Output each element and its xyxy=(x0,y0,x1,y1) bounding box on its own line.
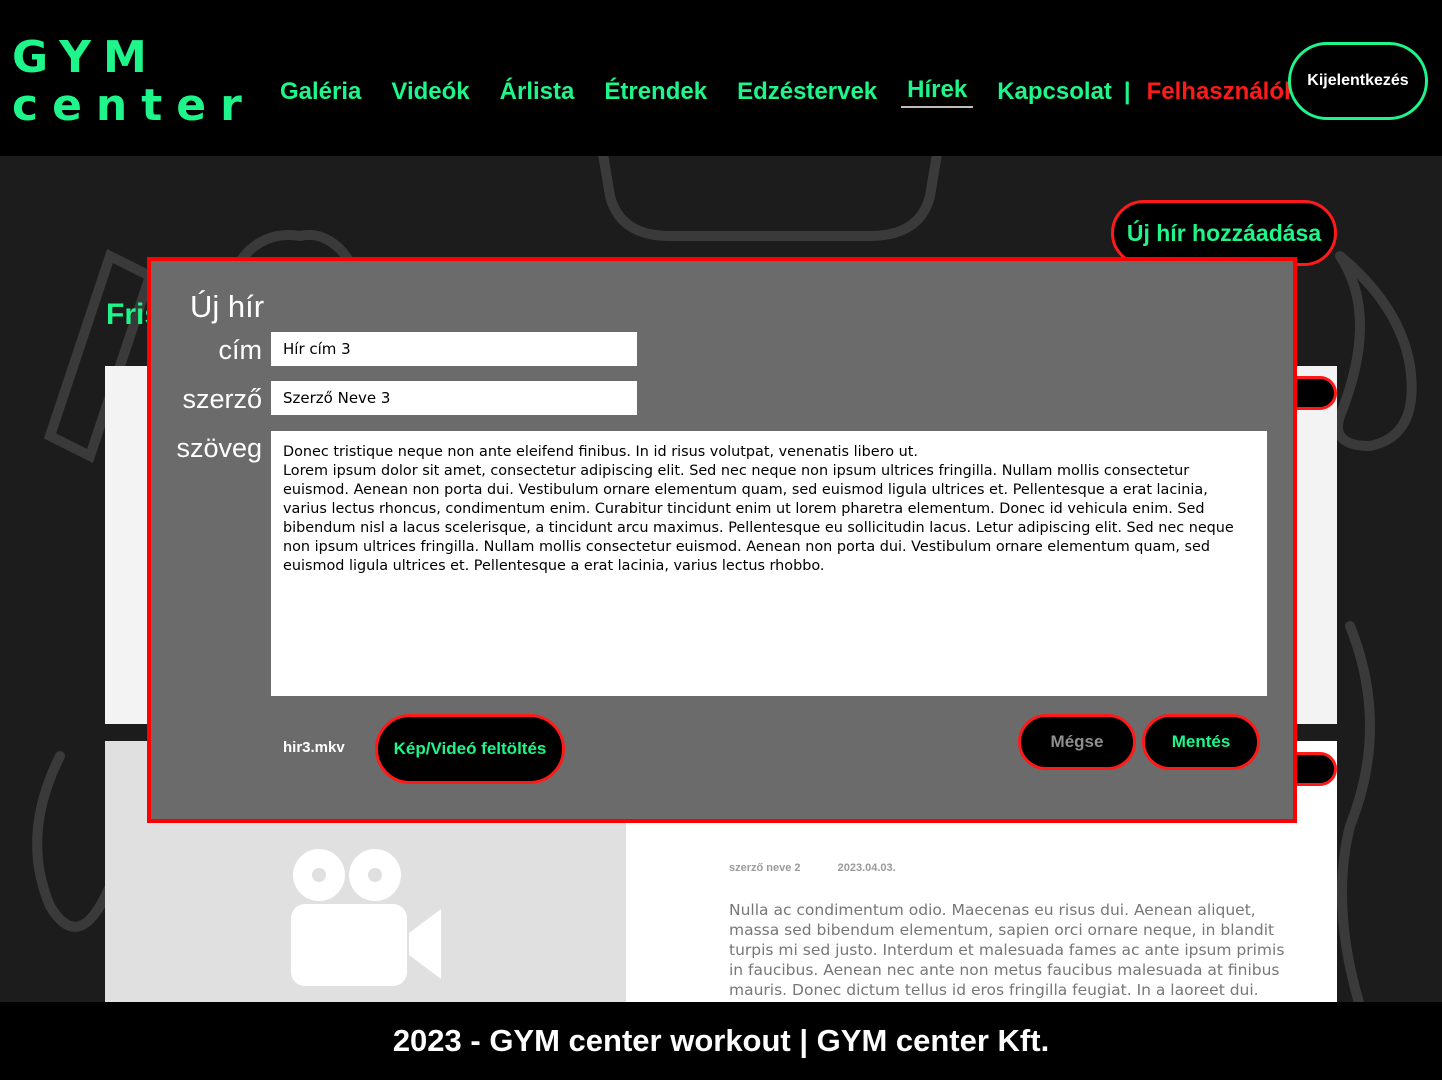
author-input[interactable]: Szerző Neve 3 xyxy=(271,381,637,415)
text-field-label: szöveg xyxy=(176,433,262,463)
site-footer: 2023 - GYM center workout | GYM center K… xyxy=(0,1002,1442,1080)
footer-text: 2023 - GYM center workout | GYM center K… xyxy=(392,1023,1050,1058)
news-card-2-author: szerző neve 2 xyxy=(729,862,801,874)
author-field-label: szerző xyxy=(182,384,262,414)
modal-title: Új hír xyxy=(190,289,265,324)
logout-button[interactable]: Kijelentkezés xyxy=(1288,42,1428,120)
upload-media-button[interactable]: Kép/Videó feltöltés xyxy=(375,714,565,784)
news-card-2-text: Nulla ac condimentum odio. Maecenas eu r… xyxy=(729,901,1285,1002)
text-textarea-content: Donec tristique neque non ante eleifend … xyxy=(283,444,1234,574)
logo-line-2: center xyxy=(12,80,256,132)
nav-item-videok[interactable]: Videók xyxy=(391,78,469,106)
main-nav: Galéria Videók Árlista Étrendek Edzéster… xyxy=(280,76,1297,108)
news-card-2-date: 2023.04.03. xyxy=(837,862,896,874)
nav-item-felhasznalok[interactable]: Felhasználók xyxy=(1147,78,1298,106)
cancel-button[interactable]: Mégse xyxy=(1018,714,1136,770)
nav-item-edzestervek[interactable]: Edzéstervek xyxy=(737,78,877,106)
nav-item-etrendek[interactable]: Étrendek xyxy=(604,78,707,106)
save-button[interactable]: Mentés xyxy=(1142,714,1260,770)
text-textarea[interactable]: Donec tristique neque non ante eleifend … xyxy=(271,431,1267,696)
nav-item-arlista[interactable]: Árlista xyxy=(500,78,575,106)
site-header: GYM center Galéria Videók Árlista Étrend… xyxy=(0,0,1442,156)
news-card-2-meta: szerző neve 2 2023.04.03. xyxy=(729,862,930,874)
nav-item-galeria[interactable]: Galéria xyxy=(280,78,361,106)
new-news-modal: Új hír cím Hír cím 3 szerző Szerző Neve … xyxy=(147,257,1297,823)
uploaded-file-name: hir3.mkv xyxy=(283,739,345,756)
nav-item-kapcsolat[interactable]: Kapcsolat xyxy=(997,78,1112,106)
site-logo[interactable]: GYM center xyxy=(12,32,256,132)
title-input[interactable]: Hír cím 3 xyxy=(271,332,637,366)
title-field-label: cím xyxy=(218,335,263,365)
nav-separator: | xyxy=(1123,78,1131,105)
logo-line-1: GYM xyxy=(12,32,159,83)
nav-item-hirek[interactable]: Hírek xyxy=(901,76,974,108)
